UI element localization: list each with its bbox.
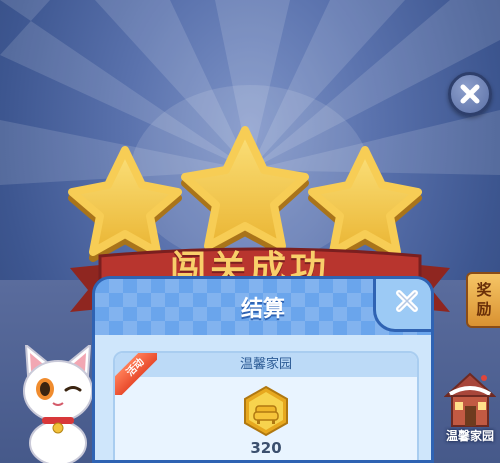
dialog-close-button[interactable] (373, 279, 431, 332)
star-icon-center (181, 126, 309, 256)
reward-card: 温馨家园 活动 320 (113, 351, 419, 460)
cat-mascot-icon (23, 345, 93, 463)
event-badge: 活动 (115, 353, 157, 395)
reward-tab-label-2: 励 (476, 300, 492, 318)
house-icon[interactable] (444, 372, 496, 428)
home-entry-label[interactable]: 温馨家园 (440, 427, 500, 444)
event-badge-label: 活动 (115, 353, 157, 395)
reward-tab-button[interactable]: 奖 励 (466, 272, 500, 328)
reward-amount: 320 (250, 439, 282, 457)
close-button[interactable] (448, 72, 492, 116)
reward-tab-label-1: 奖 (476, 281, 492, 299)
sofa-coin-icon (244, 385, 288, 437)
settlement-dialog: 结算 温馨家园 活动 320 (92, 276, 434, 463)
close-icon (396, 290, 418, 312)
reward-category-label: 温馨家园 (115, 353, 417, 377)
dialog-body: 温馨家园 活动 320 (95, 335, 431, 460)
close-icon (460, 84, 480, 104)
